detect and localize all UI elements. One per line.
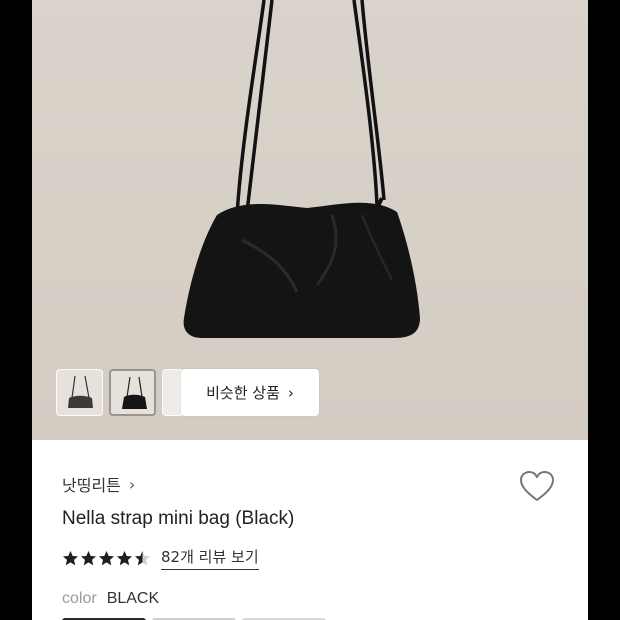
star-icon	[99, 550, 114, 565]
color-label: color	[62, 590, 97, 607]
color-row: color BLACK	[62, 590, 159, 608]
brand-name: 낫띵리튼	[62, 476, 121, 495]
letterbox-right	[588, 0, 620, 620]
product-image-gallery[interactable]: 비슷한 상품 ›	[32, 0, 588, 440]
thumbnail-1[interactable]	[56, 369, 103, 416]
thumbnail-strip	[56, 369, 184, 416]
reviews-link[interactable]: 82개 리뷰 보기	[161, 546, 259, 570]
similar-products-label: 비슷한 상품	[206, 384, 280, 402]
letterbox-left	[0, 0, 32, 620]
chevron-right-icon: ›	[287, 383, 294, 402]
thumbnail-2[interactable]	[109, 369, 156, 416]
brand-link[interactable]: 낫띵리튼 ›	[62, 472, 135, 496]
heart-outline-icon	[520, 471, 554, 501]
similar-products-button[interactable]: 비슷한 상품 ›	[181, 369, 319, 416]
chevron-right-icon: ›	[128, 474, 136, 494]
color-value: BLACK	[106, 590, 160, 607]
product-screen: 비슷한 상품 › 낫띵리튼 › Nella strap mini bag (Bl…	[32, 0, 588, 620]
star-icon	[63, 550, 78, 565]
star-icon	[117, 550, 132, 565]
product-title: Nella strap mini bag (Black)	[62, 508, 295, 529]
star-rating	[62, 550, 151, 567]
wishlist-button[interactable]	[518, 468, 556, 506]
rating-row: 82개 리뷰 보기	[62, 546, 259, 570]
star-icon	[81, 550, 96, 565]
star-icon	[135, 550, 150, 565]
product-info: 낫띵리튼 › Nella strap mini bag (Black) 82개 …	[32, 440, 588, 620]
